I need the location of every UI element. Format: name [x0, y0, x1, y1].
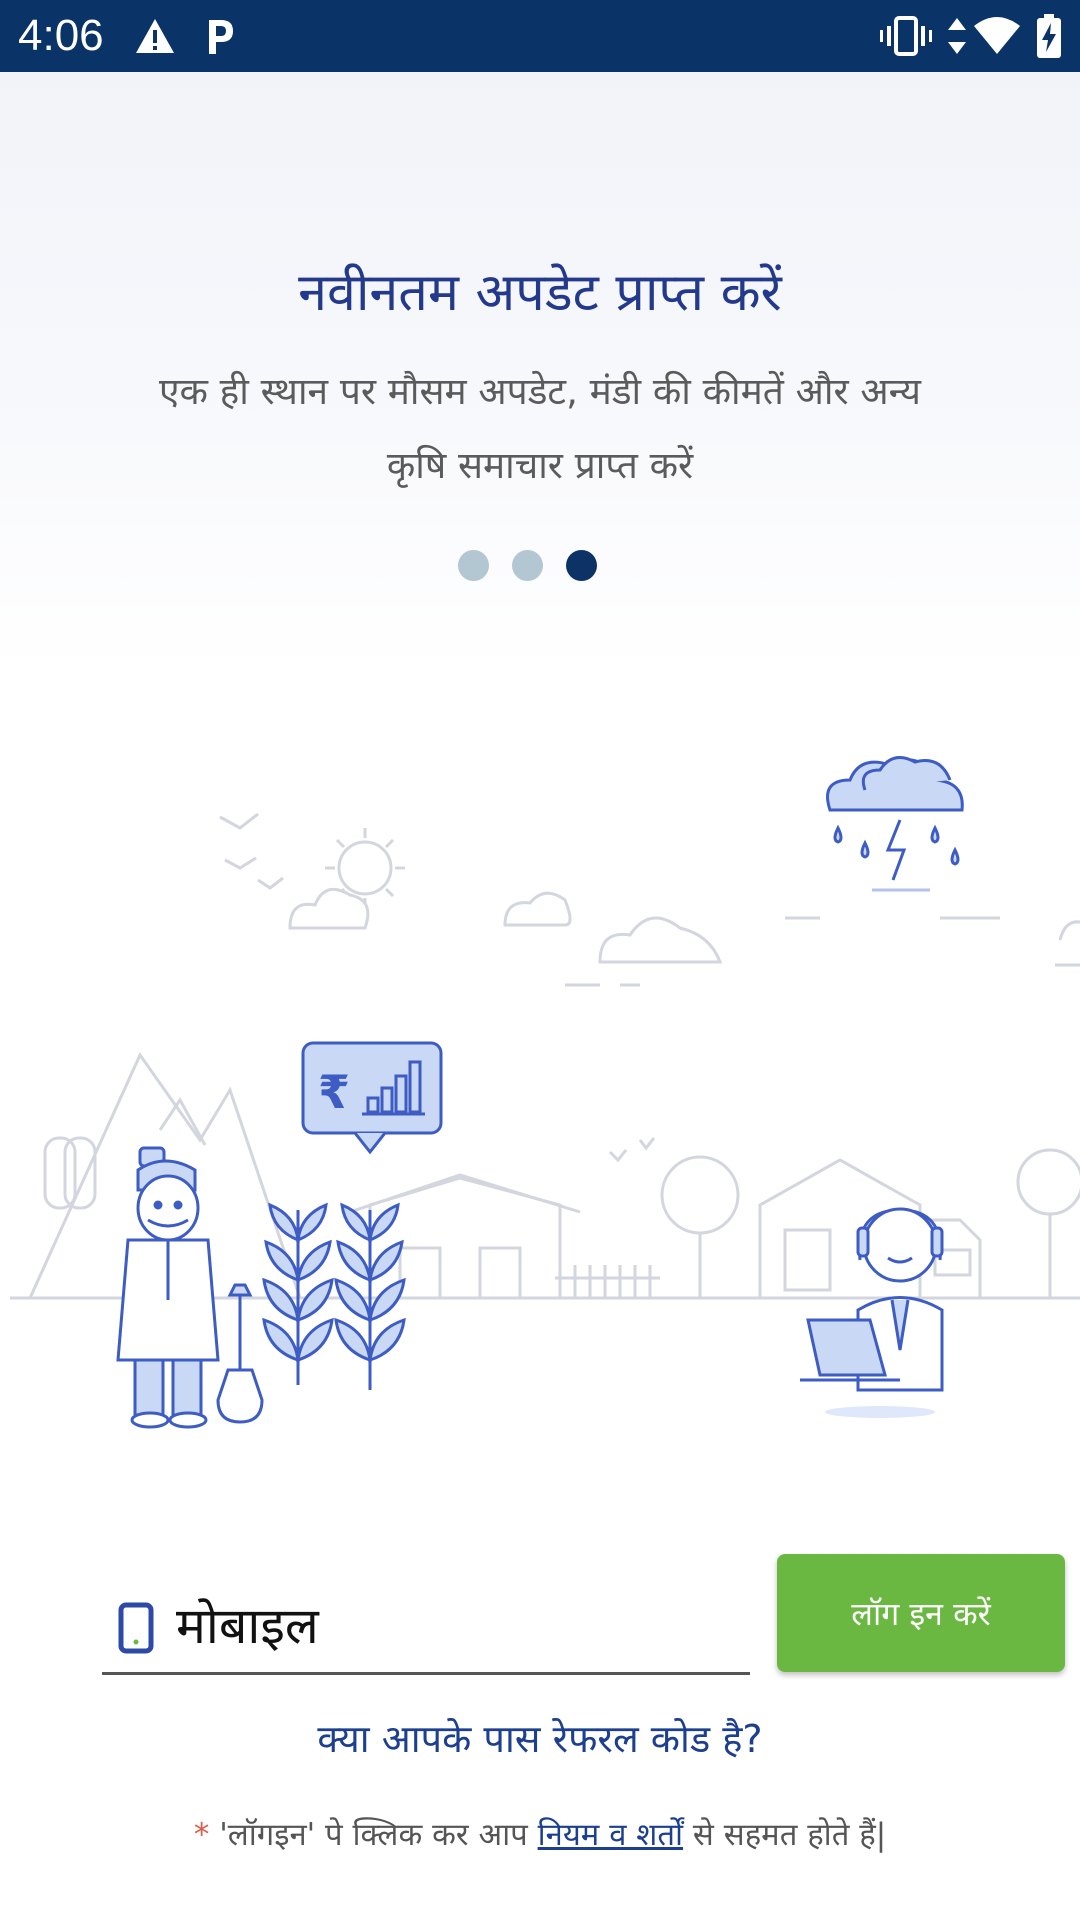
- mobile-phone-icon: [118, 1602, 154, 1654]
- page-dot-3-active[interactable]: [566, 550, 597, 581]
- data-arrows-icon: [948, 18, 966, 54]
- vibrate-icon: [880, 16, 932, 56]
- storm-cloud-icon: [826, 756, 964, 892]
- terms-suffix: से सहमत होते हैं|: [683, 1817, 887, 1853]
- warning-icon: [136, 19, 174, 53]
- page-dot-1[interactable]: [458, 550, 489, 581]
- onboarding-subtitle: एक ही स्थान पर मौसम अपडेट, मंडी की कीमते…: [90, 355, 990, 503]
- status-time: 4:06: [18, 11, 104, 60]
- status-bar: 4:06: [0, 0, 1080, 72]
- subtitle-line-1: एक ही स्थान पर मौसम अपडेट, मंडी की कीमते…: [159, 370, 921, 413]
- page-dot-2[interactable]: [512, 550, 543, 581]
- referral-code-link[interactable]: क्या आपके पास रेफरल कोड है?: [0, 1712, 1080, 1764]
- battery-charging-icon: [1037, 14, 1061, 58]
- terms-link[interactable]: नियम व शर्तों: [538, 1817, 683, 1853]
- terms-prefix: 'लॉगइन' पे क्लिक कर आप: [209, 1817, 538, 1853]
- page-indicator: [0, 550, 1080, 582]
- farm-illustration: ₹: [10, 756, 1080, 1429]
- mobile-input[interactable]: [174, 1590, 738, 1662]
- support-agent-illustration: [800, 1207, 944, 1418]
- farmer-illustration: [116, 1146, 264, 1429]
- parking-icon: [209, 20, 233, 54]
- subtitle-line-2: कृषि समाचार प्राप्त करें: [386, 444, 694, 487]
- rupee-symbol: ₹: [318, 1065, 350, 1119]
- price-chart-bubble-icon: ₹: [301, 1041, 443, 1155]
- onboarding-title: नवीनतम अपडेट प्राप्त करें: [298, 263, 782, 323]
- mobile-number-field[interactable]: [102, 1580, 750, 1675]
- terms-notice: * 'लॉगइन' पे क्लिक कर आप नियम व शर्तों स…: [0, 1813, 1080, 1855]
- required-star: *: [193, 1817, 210, 1853]
- login-button[interactable]: लॉग इन करें: [777, 1554, 1065, 1672]
- wifi-icon: [974, 17, 1020, 54]
